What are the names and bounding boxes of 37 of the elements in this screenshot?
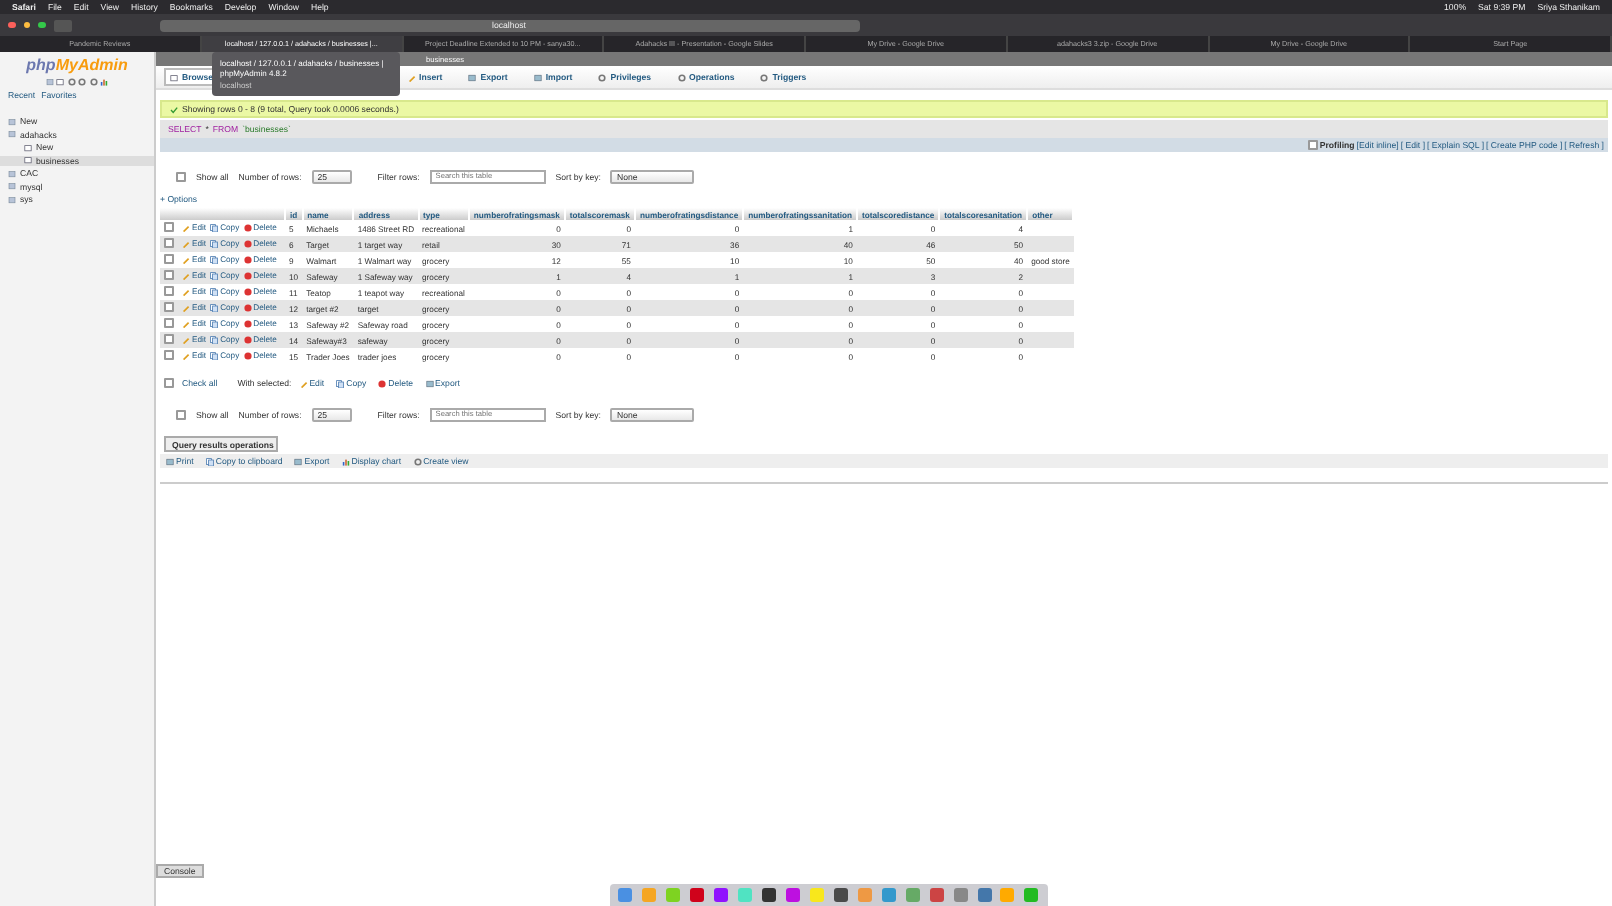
copy-icon <box>210 271 219 280</box>
row-checkbox[interactable] <box>164 238 174 248</box>
pencil-icon <box>299 379 308 387</box>
checkbox[interactable] <box>176 171 186 181</box>
row-checkbox[interactable] <box>164 334 174 344</box>
gear-icon <box>598 73 607 81</box>
logo: phpMyAdmin <box>24 56 130 74</box>
back-button[interactable] <box>53 19 71 31</box>
gear-icon <box>677 73 686 81</box>
row-checkbox[interactable] <box>164 302 174 312</box>
close-icon[interactable] <box>8 21 15 29</box>
document-icon <box>425 379 434 387</box>
checkbox[interactable] <box>164 378 174 388</box>
copy-icon <box>336 379 345 387</box>
checkbox[interactable] <box>176 409 186 419</box>
maximize-icon[interactable] <box>38 21 45 29</box>
row-checkbox[interactable] <box>164 254 174 264</box>
copy-icon <box>210 303 219 312</box>
check-icon <box>170 105 178 113</box>
row-checkbox[interactable] <box>164 318 174 328</box>
minimize-icon[interactable] <box>23 21 30 29</box>
table-icon <box>170 73 178 81</box>
copy-icon <box>210 239 219 248</box>
copy-icon <box>210 335 219 344</box>
gear-icon <box>760 73 769 81</box>
copy-icon <box>205 457 214 465</box>
row-checkbox[interactable] <box>164 222 174 232</box>
document-icon <box>533 73 542 81</box>
checkbox[interactable] <box>1307 140 1318 150</box>
pencil-icon <box>407 73 416 81</box>
bar-chart-icon <box>341 457 350 465</box>
row-checkbox[interactable] <box>164 270 174 280</box>
document-icon <box>294 457 303 465</box>
row-checkbox[interactable] <box>164 350 174 360</box>
delete-icon <box>378 379 387 387</box>
row-checkbox[interactable] <box>164 286 174 296</box>
document-icon <box>468 73 477 81</box>
